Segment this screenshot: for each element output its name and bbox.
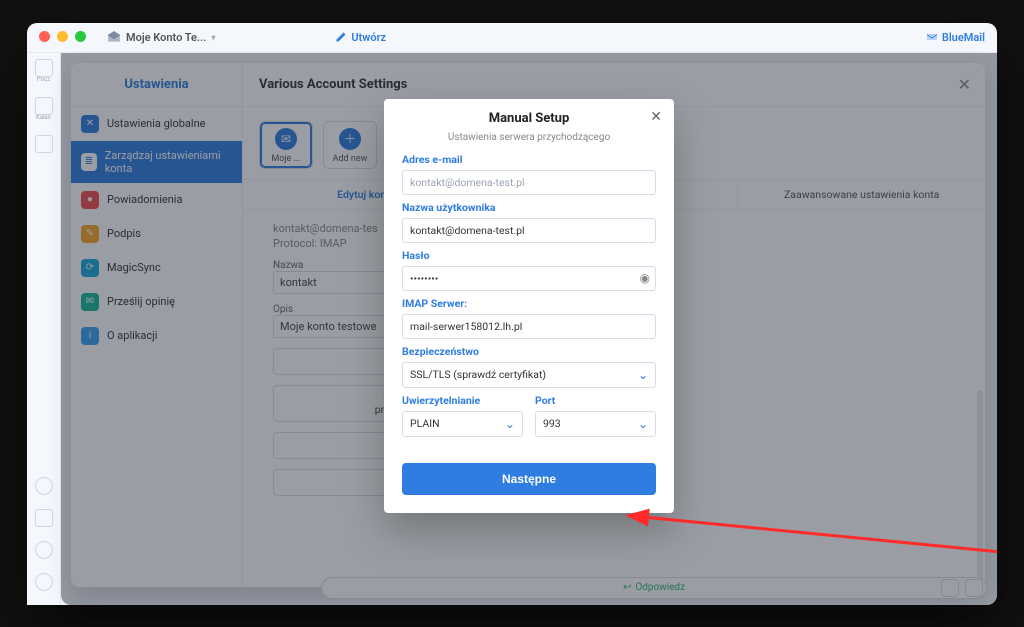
account-name: Moje Konto Te... xyxy=(126,31,206,44)
rail-avatar-icon[interactable] xyxy=(35,573,53,591)
compose-button[interactable]: Utwórz xyxy=(335,31,386,44)
chevron-down-icon: ⌄ xyxy=(638,368,648,382)
close-window-button[interactable] xyxy=(39,31,50,42)
account-dropdown[interactable]: Moje Konto Te... ▾ xyxy=(107,30,215,44)
rail-item-3[interactable] xyxy=(35,135,53,153)
main-area: Ustawienia ✕ Ustawienia globalne ≣ Zarzą… xyxy=(61,53,997,605)
rail-cloud-icon[interactable] xyxy=(35,477,53,495)
minimize-window-button[interactable] xyxy=(57,31,68,42)
username-input[interactable]: kontakt@domena-test.pl xyxy=(402,218,656,243)
password-input[interactable]: •••••••• xyxy=(402,266,656,291)
username-label: Nazwa użytkownika xyxy=(402,201,656,214)
eye-icon[interactable]: ◉ xyxy=(640,271,650,285)
mail-icon xyxy=(107,30,121,44)
auth-label: Uwierzytelnianie xyxy=(402,394,523,407)
modal-close-button[interactable]: ✕ xyxy=(650,109,662,125)
rail-inbox[interactable]: Pocz xyxy=(35,59,53,83)
modal-title: Manual Setup xyxy=(402,111,656,126)
email-label: Adres e-mail xyxy=(402,153,656,166)
maximize-window-button[interactable] xyxy=(75,31,86,42)
brand-icon xyxy=(926,31,938,43)
security-label: Bezpieczeństwo xyxy=(402,345,656,358)
app-window: Moje Konto Te... ▾ Utwórz BlueMail Pocz … xyxy=(27,23,997,605)
rail-grid-icon[interactable] xyxy=(35,509,53,527)
rail-icon-3 xyxy=(35,135,53,153)
imap-server-label: IMAP Serwer: xyxy=(402,297,656,310)
port-select[interactable]: 993 ⌄ xyxy=(535,411,656,437)
imap-server-input[interactable]: mail-serwer158012.lh.pl xyxy=(402,314,656,339)
rail-calendar[interactable]: Kalen xyxy=(35,97,53,121)
security-select[interactable]: SSL/TLS (sprawdź certyfikat) ⌄ xyxy=(402,362,656,388)
port-label: Port xyxy=(535,394,656,407)
rail-settings-icon[interactable] xyxy=(35,541,53,559)
email-input[interactable]: kontakt@domena-test.pl xyxy=(402,170,656,195)
window-controls xyxy=(39,31,86,42)
compose-label: Utwórz xyxy=(351,31,386,44)
chevron-down-icon: ⌄ xyxy=(638,417,648,431)
chevron-down-icon: ⌄ xyxy=(505,417,515,431)
calendar-icon xyxy=(35,97,53,115)
left-rail: Pocz Kalen xyxy=(27,53,61,605)
inbox-icon xyxy=(35,59,53,77)
auth-select[interactable]: PLAIN ⌄ xyxy=(402,411,523,437)
compose-icon xyxy=(335,31,347,43)
chevron-down-icon: ▾ xyxy=(211,33,215,42)
next-button[interactable]: Następne xyxy=(402,463,656,495)
brand-label: BlueMail xyxy=(926,31,985,44)
modal-subtitle: Ustawienia serwera przychodzącego xyxy=(402,132,656,143)
manual-setup-modal: ✕ Manual Setup Ustawienia serwera przych… xyxy=(384,99,674,513)
password-label: Hasło xyxy=(402,249,656,262)
topbar: Moje Konto Te... ▾ Utwórz BlueMail xyxy=(27,23,997,53)
